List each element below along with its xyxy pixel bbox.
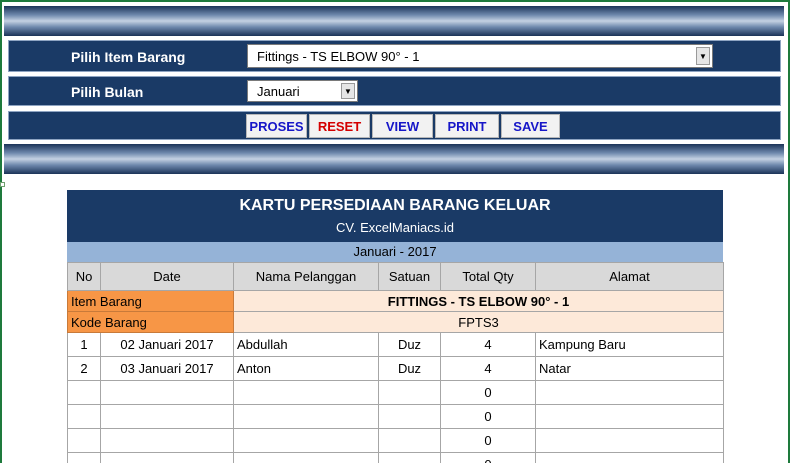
row-customer [233,428,379,453]
row-date: 03 Januari 2017 [100,356,234,381]
row-date [100,452,234,463]
item-info-label: Item Barang [67,290,234,312]
code-info-label: Kode Barang [67,311,234,333]
month-select-dropdown[interactable]: Januari ▼ [247,80,358,102]
item-select-panel: Pilih Item Barang Fittings - TS ELBOW 90… [8,40,781,72]
chevron-down-icon[interactable]: ▼ [696,47,710,65]
row-customer: Anton [233,356,379,381]
chevron-down-icon[interactable]: ▼ [341,83,355,99]
row-qty: 0 [440,428,536,453]
row-address [535,404,724,429]
item-select-dropdown[interactable]: Fittings - TS ELBOW 90° - 1 ▼ [247,44,713,68]
row-no [67,428,101,453]
row-customer: Abdullah [233,332,379,357]
stock-table: Item Barang FITTINGS - TS ELBOW 90° - 1 … [67,262,724,463]
cell-marker [0,182,5,187]
row-address [535,380,724,405]
view-button[interactable]: VIEW [372,114,433,138]
row-date [100,380,234,405]
row-unit [378,404,441,429]
row-qty: 4 [440,332,536,357]
row-address: Kampung Baru [535,332,724,357]
reset-button[interactable]: RESET [309,114,370,138]
row-unit: Duz [378,332,441,357]
row-date [100,404,234,429]
row-customer [233,452,379,463]
row-qty: 0 [440,452,536,463]
row-unit [378,452,441,463]
table-row: 0 [67,428,724,453]
card-header: KARTU PERSEDIAAN BARANG KELUAR CV. Excel… [67,190,723,242]
row-unit [378,428,441,453]
table-row: 1 02 Januari 2017 Abdullah Duz 4 Kampung… [67,332,724,357]
row-address: Natar [535,356,724,381]
row-date: 02 Januari 2017 [100,332,234,357]
month-select-panel: Pilih Bulan Januari ▼ [8,76,781,106]
proses-button[interactable]: PROSES [246,114,307,138]
table-row: 0 [67,380,724,405]
print-button[interactable]: PRINT [435,114,499,138]
item-select-label: Pilih Item Barang [71,49,186,65]
code-info-value: FPTS3 [233,311,724,333]
month-select-label: Pilih Bulan [71,84,144,100]
column-header-customer: Nama Pelanggan [233,262,379,291]
row-no: 2 [67,356,101,381]
table-row: 0 [67,404,724,429]
row-no [67,404,101,429]
month-select-value: Januari [257,84,300,99]
column-header-address: Alamat [535,262,724,291]
row-unit [378,380,441,405]
footer-gradient-bar [4,144,784,174]
table-row: 0 [67,452,724,463]
save-button[interactable]: SAVE [501,114,560,138]
column-header-unit: Satuan [378,262,441,291]
row-qty: 0 [440,380,536,405]
table-header-row: No Date Nama Pelanggan Satuan Total Qty … [67,262,724,291]
column-header-date: Date [100,262,234,291]
item-info-row: Item Barang FITTINGS - TS ELBOW 90° - 1 [67,290,724,312]
action-button-panel: PROSES RESET VIEW PRINT SAVE [8,111,781,140]
company-name: CV. ExcelManiacs.id [335,220,454,235]
row-qty: 0 [440,404,536,429]
row-qty: 4 [440,356,536,381]
row-unit: Duz [378,356,441,381]
table-row: 2 03 Januari 2017 Anton Duz 4 Natar [67,356,724,381]
item-select-value: Fittings - TS ELBOW 90° - 1 [257,49,420,64]
row-no [67,452,101,463]
header-gradient-bar [4,6,784,36]
card-title: KARTU PERSEDIAAN BARANG KELUAR [239,197,551,214]
row-address [535,452,724,463]
row-no [67,380,101,405]
column-header-no: No [67,262,101,291]
row-address [535,428,724,453]
row-no: 1 [67,332,101,357]
stock-card: KARTU PERSEDIAAN BARANG KELUAR CV. Excel… [67,190,724,463]
item-info-value: FITTINGS - TS ELBOW 90° - 1 [233,290,724,312]
row-date [100,428,234,453]
row-customer [233,380,379,405]
column-header-qty: Total Qty [440,262,536,291]
code-info-row: Kode Barang FPTS3 [67,311,724,333]
row-customer [233,404,379,429]
card-period: Januari - 2017 [67,242,723,262]
